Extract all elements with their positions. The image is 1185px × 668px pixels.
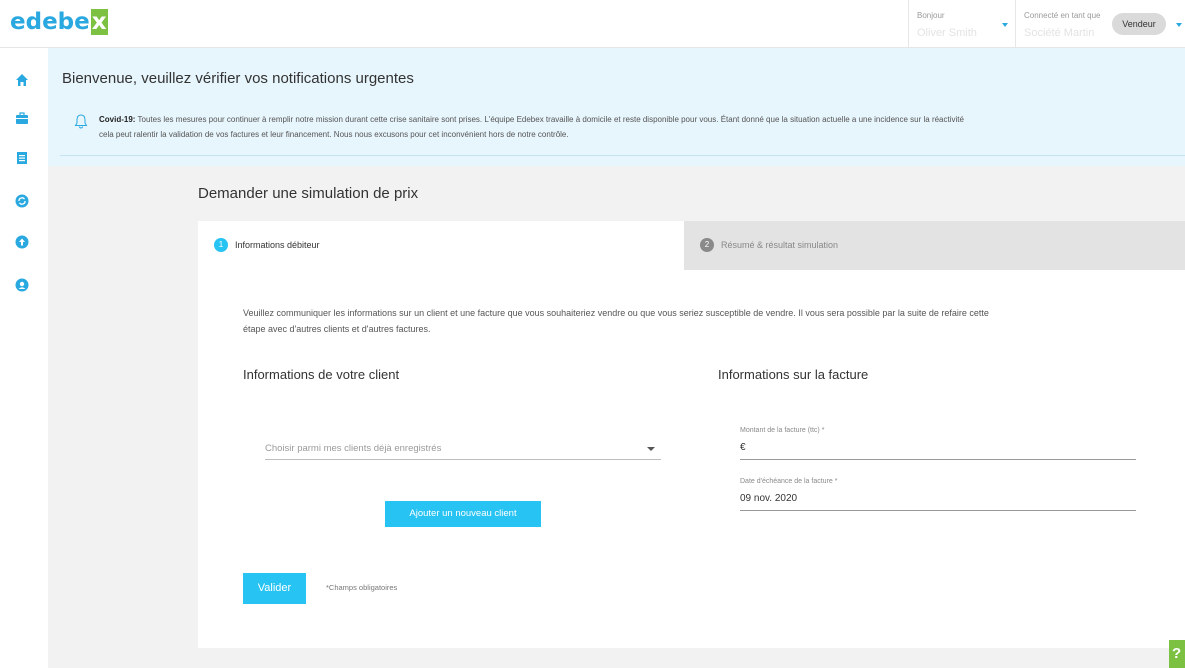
client-section-title: Informations de votre client bbox=[243, 367, 400, 382]
connected-label: Connecté en tant que bbox=[1024, 11, 1101, 20]
refresh-icon[interactable] bbox=[15, 194, 29, 208]
sidebar bbox=[0, 48, 48, 668]
step-number-badge: 2 bbox=[700, 238, 714, 252]
page-title: Demander une simulation de prix bbox=[198, 185, 419, 202]
due-date-label: Date d'échéance de la facture * bbox=[740, 478, 838, 485]
tab-step-1[interactable]: 1 Informations débiteur bbox=[198, 221, 684, 270]
briefcase-icon[interactable] bbox=[15, 111, 29, 125]
banner-divider bbox=[60, 155, 1185, 156]
connected-name: Société Martin bbox=[1024, 27, 1095, 39]
covid-message-line-1: Covid-19: Toutes les mesures pour contin… bbox=[99, 115, 964, 124]
upload-icon[interactable] bbox=[15, 235, 29, 249]
top-header: edebex Bonjour Oliver Smith Connecté en … bbox=[0, 0, 1185, 48]
step-label: Informations débiteur bbox=[235, 240, 320, 250]
amount-label: Montant de la facture (ttc) * bbox=[740, 427, 825, 434]
due-date-value[interactable]: 09 nov. 2020 bbox=[740, 493, 797, 504]
simulation-card: 1 Informations débiteur 2 Résumé & résul… bbox=[198, 221, 1185, 648]
intro-text-line-1: Veuillez communiquer les informations su… bbox=[243, 308, 989, 318]
add-client-button[interactable]: Ajouter un nouveau client bbox=[385, 501, 541, 527]
step-label: Résumé & résultat simulation bbox=[721, 240, 839, 250]
bell-icon bbox=[74, 114, 88, 129]
edebex-logo[interactable]: edebex bbox=[10, 9, 108, 35]
greeting-name: Oliver Smith bbox=[917, 27, 977, 39]
greeting-label: Bonjour bbox=[917, 11, 945, 20]
due-date-underline bbox=[740, 510, 1136, 511]
amount-value[interactable]: € bbox=[740, 442, 746, 453]
intro-text-line-2: étape avec d'autres clients et d'autres … bbox=[243, 324, 431, 334]
support-icon[interactable] bbox=[15, 278, 29, 292]
covid-message-line-2: cela peut ralentir la validation de vos … bbox=[99, 130, 569, 139]
tab-step-2[interactable]: 2 Résumé & résultat simulation bbox=[684, 221, 1185, 270]
greeting-menu[interactable]: Bonjour Oliver Smith bbox=[908, 0, 1015, 48]
client-select-placeholder: Choisir parmi mes clients déjà enregistr… bbox=[265, 443, 442, 454]
home-icon[interactable] bbox=[15, 73, 29, 87]
validate-button[interactable]: Valider bbox=[243, 573, 306, 604]
chevron-down-icon[interactable] bbox=[1176, 23, 1182, 27]
step-number-badge: 1 bbox=[214, 238, 228, 252]
chevron-down-icon[interactable] bbox=[1002, 23, 1008, 27]
amount-underline bbox=[740, 459, 1136, 460]
notification-banner: Bienvenue, veuillez vérifier vos notific… bbox=[48, 48, 1185, 166]
invoice-section-title: Informations sur la facture bbox=[718, 367, 869, 382]
help-button[interactable]: ? bbox=[1169, 640, 1185, 668]
client-select[interactable]: Choisir parmi mes clients déjà enregistr… bbox=[265, 441, 661, 460]
list-icon[interactable] bbox=[15, 151, 29, 165]
caret-down-icon bbox=[647, 447, 655, 451]
required-fields-note: *Champs obligatoires bbox=[326, 583, 398, 592]
banner-title: Bienvenue, veuillez vérifier vos notific… bbox=[62, 70, 414, 87]
role-badge[interactable]: Vendeur bbox=[1112, 13, 1166, 35]
